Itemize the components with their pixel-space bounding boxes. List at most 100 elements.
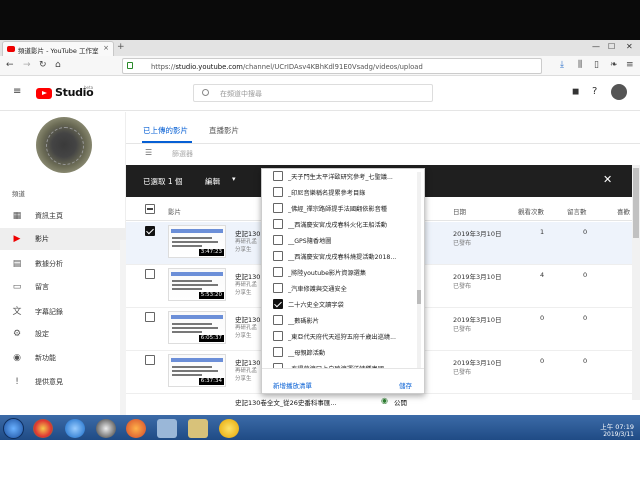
select-all-checkbox[interactable] (145, 204, 155, 214)
addon-icon[interactable]: ❧ (610, 60, 618, 70)
playlist-item[interactable]: __數碼影片 (273, 315, 413, 331)
edit-dropdown[interactable]: 編輯 (205, 176, 220, 187)
row-checkbox[interactable] (145, 312, 155, 322)
sidebar-toggle-icon[interactable]: ▯ (594, 60, 599, 70)
minimize-button[interactable]: — (592, 42, 600, 51)
playlist-checkbox[interactable] (273, 235, 283, 245)
playlist-item[interactable]: _東亞代天府代天巡狩五府千歲出巡繞... (273, 331, 413, 347)
taskbar-time[interactable]: 上午 07:19 (594, 421, 634, 431)
filter-icon[interactable]: ☰ (145, 148, 152, 157)
visibility-label[interactable]: 公開 (394, 397, 407, 407)
row-checkbox[interactable] (145, 226, 155, 236)
tab-uploads[interactable]: 已上傳的影片 (143, 125, 188, 136)
video-thumbnail[interactable]: 5:53:20 (168, 268, 226, 301)
reload-icon[interactable]: ↻ (39, 60, 47, 70)
video-status: 已發布 (453, 240, 472, 247)
sidebar-item-5[interactable]: ⚙ 設定 (0, 323, 126, 345)
firefox-taskbar-icon[interactable] (126, 419, 146, 438)
row-checkbox[interactable] (145, 355, 155, 365)
video-thumbnail[interactable]: 3:47:23 (168, 225, 226, 258)
browser-tab[interactable]: 頻道影片 - YouTube 工作室 × (2, 41, 114, 56)
visibility-public-icon: ◉ (381, 396, 388, 405)
playlist-item[interactable]: 二十六史全文讀字袋 (273, 299, 413, 315)
app-taskbar-icon[interactable] (96, 419, 116, 438)
channel-search-input[interactable]: 在頻道中搜尋 (193, 84, 433, 102)
main-scroll-thumb[interactable] (633, 168, 639, 238)
sidebar-item-4[interactable]: 文 字幕記錄 (0, 301, 126, 323)
tab-live[interactable]: 直播影片 (209, 125, 239, 136)
sidebar-item-0[interactable]: ▦ 資訊主頁 (0, 205, 126, 227)
home-icon[interactable]: ⌂ (55, 60, 61, 70)
sidebar-item-1[interactable]: ▶ 影片 (0, 228, 126, 250)
feedback-icon: ! (15, 377, 19, 387)
playlist-checkbox[interactable] (273, 187, 283, 197)
partial-row-title[interactable]: 史記130卷全文_從26史番科事匯... (235, 397, 337, 407)
create-video-icon[interactable]: ◼ (572, 87, 579, 97)
row-checkbox[interactable] (145, 269, 155, 279)
playlist-checkbox[interactable] (273, 347, 283, 357)
files-taskbar-icon[interactable] (188, 419, 208, 438)
start-button[interactable] (3, 418, 24, 439)
sidebar-item-6[interactable]: ◉ 新功能 (0, 347, 126, 369)
playlist-checkbox[interactable] (273, 203, 283, 213)
playlist-label: __西滿慶安宮戊戌春科燒提活動2018... (288, 254, 397, 261)
messenger-taskbar-icon[interactable] (219, 419, 239, 438)
sidebar-item-label: 字幕記錄 (35, 308, 63, 316)
video-date: 2019年3月10日 (453, 359, 502, 367)
library-icon[interactable]: ⫼ (578, 60, 582, 70)
playlist-label: _佛經_禪宗路師提手法國翻依影音種 (288, 206, 387, 213)
tab-close-icon[interactable]: × (103, 44, 109, 52)
channel-avatar[interactable] (36, 117, 92, 173)
sidebar-item-3[interactable]: ▭ 留言 (0, 276, 126, 298)
playlist-item[interactable]: _汽車修護與交通安全 (273, 283, 413, 299)
playlist-checkbox[interactable] (273, 251, 283, 261)
url-bar[interactable]: https://studio.youtube.com/channel/UCrID… (122, 58, 542, 74)
taskbar-date[interactable]: 2019/3/11 (594, 431, 634, 438)
col-date[interactable]: 日期 (453, 206, 466, 216)
video-thumbnail[interactable]: 6:37:34 (168, 354, 226, 387)
video-desc: 分享生 (235, 247, 252, 253)
hamburger-menu-icon[interactable]: ≡ (13, 86, 21, 97)
playlist-item[interactable]: __母親節活動 (273, 347, 413, 363)
playlist-checkbox[interactable] (273, 267, 283, 277)
playlist-item[interactable]: _佛經_禪宗路師提手法國翻依影音種 (273, 203, 413, 219)
playlist-checkbox[interactable] (273, 331, 283, 341)
back-icon[interactable]: ← (6, 60, 14, 70)
new-playlist-button[interactable]: 新增播放清單 (273, 380, 312, 390)
sidebar-item-7[interactable]: ! 提供意見 (0, 371, 126, 393)
help-icon[interactable]: ? (592, 86, 597, 97)
close-selection-icon[interactable]: ✕ (603, 173, 612, 186)
caret-down-icon[interactable]: ▾ (232, 175, 236, 183)
folder-taskbar-icon[interactable] (157, 419, 177, 438)
playlist-checkbox[interactable] (273, 171, 283, 181)
video-thumbnail[interactable]: 6:05:37 (168, 311, 226, 344)
playlist-item[interactable]: __西滿慶安宮戊戌春科火化王船活動 (273, 219, 413, 235)
playlist-item[interactable]: _將陸youtube影片資源選集 (273, 267, 413, 283)
sidebar-item-label: 提供意見 (35, 378, 63, 386)
forward-icon[interactable]: → (23, 60, 31, 70)
maximize-button[interactable]: ☐ (608, 42, 615, 51)
filter-label[interactable]: 篩選器 (172, 149, 193, 159)
sidebar-item-2[interactable]: ▤ 數據分析 (0, 253, 126, 275)
playlist-checkbox[interactable] (273, 299, 283, 309)
save-button[interactable]: 儲存 (399, 380, 412, 390)
playlist-checkbox[interactable] (273, 315, 283, 325)
playlist-item[interactable]: __GPS隨香地圖 (273, 235, 413, 251)
download-icon[interactable]: ⤓ (560, 60, 564, 70)
playlist-item[interactable]: __西滿慶安宮戊戌春科燒提活動2018... (273, 251, 413, 267)
playlist-checkbox[interactable] (273, 283, 283, 293)
playlist-item[interactable]: _天子門生太平洋歐研究參考_七聖議... (273, 171, 413, 187)
youtube-logo-icon[interactable] (36, 88, 52, 99)
new-tab-button[interactable]: + (117, 42, 125, 52)
close-window-button[interactable]: ✕ (626, 42, 633, 51)
ie-taskbar-icon[interactable] (65, 419, 85, 438)
account-avatar[interactable] (611, 84, 627, 100)
dropdown-scroll-thumb[interactable] (417, 290, 421, 304)
menu-icon[interactable]: ≡ (626, 60, 634, 70)
playlist-item[interactable]: _印尼音樂稱名提累參考目錄 (273, 187, 413, 203)
chrome-taskbar-icon[interactable] (33, 419, 53, 438)
video-desc: 分享生 (235, 376, 252, 382)
playlist-checkbox[interactable] (273, 219, 283, 229)
dropdown-scrollbar[interactable] (417, 172, 421, 368)
sidebar-item-label: 影片 (35, 235, 49, 243)
